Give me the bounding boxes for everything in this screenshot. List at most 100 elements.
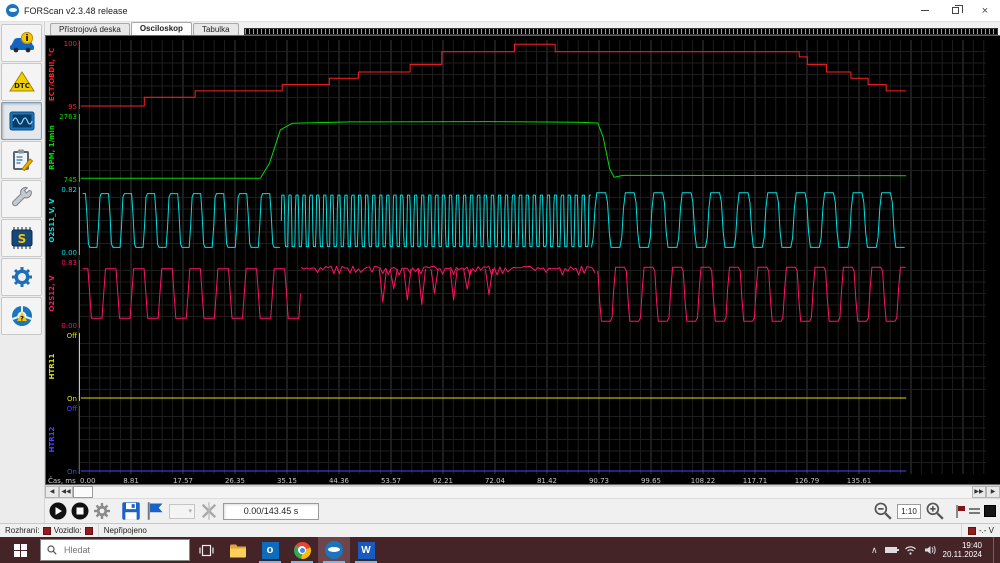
- tab-tabulka[interactable]: Tabulka: [192, 23, 239, 35]
- play-button[interactable]: [49, 502, 67, 520]
- svg-text:Off: Off: [67, 405, 78, 413]
- chrome-button[interactable]: [286, 537, 318, 563]
- svg-text:745: 745: [64, 176, 77, 184]
- sidebar-item-settings[interactable]: [1, 258, 42, 296]
- marker-flag-button[interactable]: [955, 504, 965, 518]
- close-button[interactable]: ×: [970, 0, 1000, 21]
- svg-text:135.61: 135.61: [847, 477, 872, 484]
- stop-button[interactable]: [71, 502, 89, 520]
- sidebar-item-dtc[interactable]: DTC: [1, 63, 42, 101]
- scroll-left-button[interactable]: ◀: [45, 486, 59, 498]
- svg-text:0.00: 0.00: [61, 249, 77, 257]
- background-color-button[interactable]: [984, 505, 996, 517]
- system-tray: ∧ 19:40 20.11.2024: [871, 537, 1000, 563]
- svg-text:126.79: 126.79: [795, 477, 820, 484]
- steering-wheel-help-icon: ?: [11, 306, 32, 326]
- scroll-thumb[interactable]: [73, 486, 93, 498]
- svg-text:26.35: 26.35: [225, 477, 245, 484]
- windows-logo-icon: [13, 543, 27, 557]
- svg-text:53.57: 53.57: [381, 477, 401, 484]
- minimize-button[interactable]: [910, 0, 940, 21]
- forscan-taskbar-button[interactable]: [318, 537, 350, 563]
- clock-time: 19:40: [961, 541, 982, 550]
- settings-gear-button[interactable]: [93, 502, 111, 520]
- oscilloscope-canvas[interactable]: 100 95 ECT/OBDII, °C 2763 745 RPM, 1/min 0.82 0…: [46, 36, 1000, 485]
- clipboard-icon: [12, 149, 33, 172]
- forscan-window: FORScan v2.3.48 release × i DTC S ? Přís…: [0, 0, 1000, 563]
- dtc-triangle-icon: DTC: [8, 71, 35, 92]
- close-icon: ×: [981, 4, 989, 17]
- svg-text:117.71: 117.71: [743, 477, 768, 484]
- zoom-out-button[interactable]: [873, 501, 893, 521]
- svg-text:HTR12: HTR12: [48, 426, 56, 452]
- car-info-icon: i: [9, 31, 34, 53]
- connection-status-cell: Rozhraní: Vozidlo:: [0, 524, 99, 537]
- svg-text:S: S: [17, 232, 26, 246]
- svg-text:2763: 2763: [59, 113, 77, 121]
- vehicle-status-indicator: [84, 526, 93, 535]
- word-button[interactable]: W: [350, 537, 382, 563]
- tab-pristrojova-deska[interactable]: Přístrojová deska: [50, 23, 130, 35]
- start-button[interactable]: [0, 537, 40, 563]
- hidden-icons-chevron[interactable]: ∧: [871, 545, 878, 556]
- svg-text:35.15: 35.15: [277, 477, 297, 484]
- svg-text:0.00: 0.00: [80, 477, 96, 484]
- app-logo-icon: [6, 4, 19, 17]
- task-view-button[interactable]: [190, 537, 222, 563]
- minimize-icon: [921, 10, 929, 11]
- chip-icon: S: [11, 227, 32, 249]
- svg-text:?: ?: [20, 315, 24, 323]
- search-icon: [47, 545, 57, 555]
- svg-text:Off: Off: [67, 332, 78, 340]
- scroll-left-fast-button[interactable]: ◀◀: [59, 486, 73, 498]
- save-button[interactable]: [121, 501, 141, 521]
- svg-text:ECT/OBDII, °C: ECT/OBDII, °C: [48, 48, 56, 101]
- sidebar-item-oscilloscope[interactable]: [1, 102, 42, 140]
- svg-text:90.73: 90.73: [589, 477, 609, 484]
- file-explorer-button[interactable]: [222, 537, 254, 563]
- battery-icon[interactable]: [884, 547, 899, 553]
- load-flag-button[interactable]: [145, 501, 165, 521]
- svg-text:i: i: [25, 34, 28, 44]
- outlook-button[interactable]: o: [254, 537, 286, 563]
- zoom-ratio-display[interactable]: 1:10: [897, 503, 921, 519]
- tab-osciloskop[interactable]: Osciloskop: [130, 22, 192, 35]
- svg-text:O2S12, V: O2S12, V: [48, 275, 56, 312]
- svg-text:O2S11_V, V: O2S11_V, V: [48, 198, 56, 243]
- marker-select-dropdown[interactable]: ▾: [169, 503, 195, 519]
- sidebar-item-programming[interactable]: S: [1, 219, 42, 257]
- task-view-icon: [198, 544, 214, 556]
- gear-icon: [11, 267, 32, 287]
- clear-markers-icon[interactable]: [199, 501, 219, 521]
- oscilloscope-area[interactable]: 100 95 ECT/OBDII, °C 2763 745 RPM, 1/min 0.82 0…: [45, 35, 1000, 485]
- sidebar-item-about[interactable]: ?: [1, 297, 42, 335]
- svg-text:95: 95: [68, 103, 77, 111]
- svg-text:On: On: [67, 395, 77, 403]
- svg-text:RPM, 1/min: RPM, 1/min: [48, 125, 56, 170]
- scroll-right-fast-button[interactable]: ▶▶: [972, 486, 986, 498]
- tab-bar: Přístrojová deska Osciloskop Tabulka: [45, 22, 1000, 35]
- scroll-right-button[interactable]: ▶: [986, 486, 1000, 498]
- svg-text:44.36: 44.36: [329, 477, 350, 484]
- svg-text:DTC: DTC: [14, 82, 30, 90]
- taskbar-clock[interactable]: 19:40 20.11.2024: [943, 541, 986, 559]
- speaker-icon[interactable]: [924, 545, 936, 555]
- sidebar-item-vehicle-info[interactable]: i: [1, 24, 42, 62]
- wifi-icon[interactable]: [904, 545, 917, 555]
- outlook-icon: o: [261, 541, 279, 559]
- connection-state-text: Nepřipojeno: [103, 526, 147, 535]
- restore-button[interactable]: [940, 0, 970, 21]
- zoom-in-button[interactable]: [925, 501, 945, 521]
- sidebar: i DTC S ?: [0, 22, 45, 523]
- show-desktop-button[interactable]: [993, 537, 998, 563]
- sidebar-item-tests[interactable]: [1, 141, 42, 179]
- grid-lines-button[interactable]: [969, 508, 980, 514]
- timeline-ruler[interactable]: [243, 28, 998, 35]
- sidebar-item-service[interactable]: [1, 180, 42, 218]
- svg-text:On: On: [67, 468, 77, 476]
- svg-text:72.04: 72.04: [485, 477, 506, 484]
- taskbar-search[interactable]: [40, 539, 190, 561]
- word-icon: W: [357, 541, 375, 559]
- scroll-track[interactable]: [93, 486, 972, 498]
- search-input[interactable]: [62, 544, 162, 556]
